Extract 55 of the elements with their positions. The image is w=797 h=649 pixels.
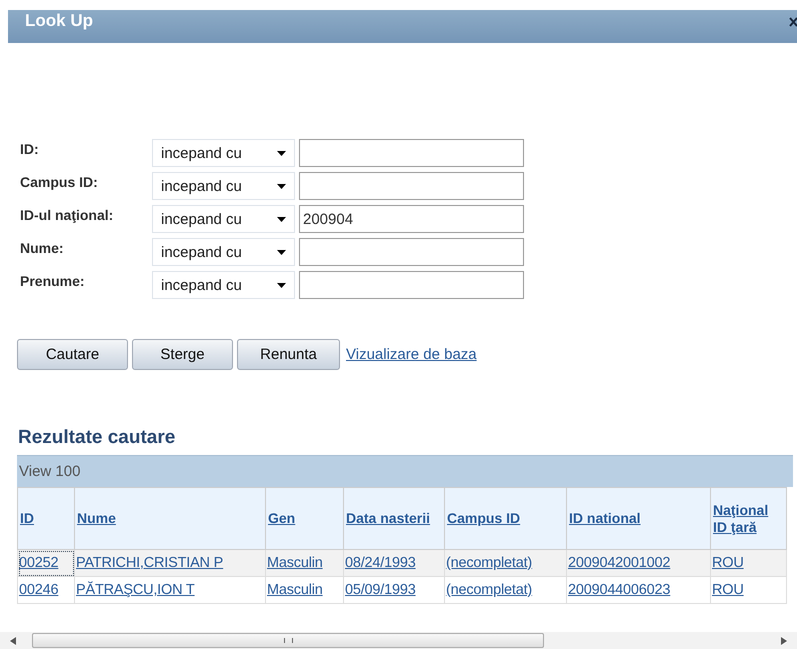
- window-title: Look Up: [25, 10, 93, 32]
- field-label: ID:: [20, 141, 40, 157]
- table-cell[interactable]: (necompletat): [444, 550, 566, 576]
- column-header[interactable]: Naţional ID ţară: [710, 488, 786, 550]
- scroll-left-icon[interactable]: [10, 636, 16, 644]
- column-header[interactable]: Data nasterii: [344, 488, 444, 550]
- input-field[interactable]: 200904: [299, 205, 524, 233]
- operator-dropdown[interactable]: incepand cu: [152, 205, 295, 233]
- caret-icon: [277, 184, 286, 188]
- input-field[interactable]: [299, 271, 524, 299]
- table-cell[interactable]: 05/09/1993: [344, 576, 444, 604]
- table-cell[interactable]: ROU: [710, 550, 786, 576]
- table-cell[interactable]: 2009042001002: [566, 550, 710, 576]
- table-cell[interactable]: Masculin: [266, 550, 344, 576]
- table-cell[interactable]: 08/24/1993: [344, 550, 444, 576]
- field-label: ID-ul naţional:: [20, 207, 114, 223]
- section-heading: Rezultate cautare: [18, 427, 176, 449]
- caret-icon: [277, 216, 286, 222]
- operator-dropdown[interactable]: incepand cu: [152, 139, 295, 167]
- caret-icon: [277, 282, 286, 288]
- column-header[interactable]: Nume: [74, 488, 266, 550]
- column-header[interactable]: Gen: [266, 488, 344, 550]
- close-icon[interactable]: [789, 16, 797, 28]
- field-label: Nume:: [20, 240, 65, 256]
- table-cell[interactable]: 00246: [18, 576, 74, 604]
- caret-icon: [277, 150, 286, 156]
- column-header[interactable]: ID: [18, 488, 74, 550]
- scroll-thumb[interactable]: [32, 633, 544, 648]
- result-row[interactable]: 00252 PATRICHI,CRISTIAN P Masculin 08/24/1993 (necompletat) 2009042001002 ROU: [18, 550, 786, 576]
- caret-icon: [277, 250, 286, 254]
- scroll-right-icon[interactable]: [781, 636, 787, 644]
- operator-dropdown[interactable]: incepand cu: [152, 172, 295, 200]
- column-header[interactable]: Campus ID: [444, 488, 566, 550]
- action-button[interactable]: Cautare: [17, 339, 128, 370]
- operator-dropdown[interactable]: incepand cu: [152, 271, 295, 299]
- table-cell[interactable]: ROU: [710, 576, 786, 604]
- operator-dropdown[interactable]: incepand cu: [152, 238, 295, 266]
- view-link[interactable]: View 100: [19, 463, 80, 480]
- table-cell[interactable]: PĂTRAŞCU,ION T: [74, 576, 266, 604]
- table-cell[interactable]: PATRICHI,CRISTIAN P: [74, 550, 266, 576]
- field-label: Campus ID:: [20, 174, 99, 190]
- table-cell[interactable]: 2009044006023: [566, 576, 710, 604]
- input-field[interactable]: [299, 139, 524, 167]
- result-row[interactable]: 00246 PĂTRAŞCU,ION T Masculin 05/09/1993 (necompletat) 2009044006023 ROU: [18, 576, 786, 604]
- input-field[interactable]: [299, 238, 524, 266]
- field-label: Prenume:: [20, 273, 86, 289]
- column-header[interactable]: ID national: [566, 488, 710, 550]
- action-button[interactable]: Renunta: [237, 339, 340, 370]
- basic-view-link[interactable]: Vizualizare de baza: [346, 346, 477, 363]
- table-cell[interactable]: 00252: [18, 550, 74, 576]
- table-cell[interactable]: Masculin: [266, 576, 344, 604]
- input-field[interactable]: [299, 172, 524, 200]
- horizontal-scrollbar[interactable]: [0, 632, 797, 649]
- action-button[interactable]: Sterge: [132, 339, 233, 370]
- table-cell[interactable]: (necompletat): [444, 576, 566, 604]
